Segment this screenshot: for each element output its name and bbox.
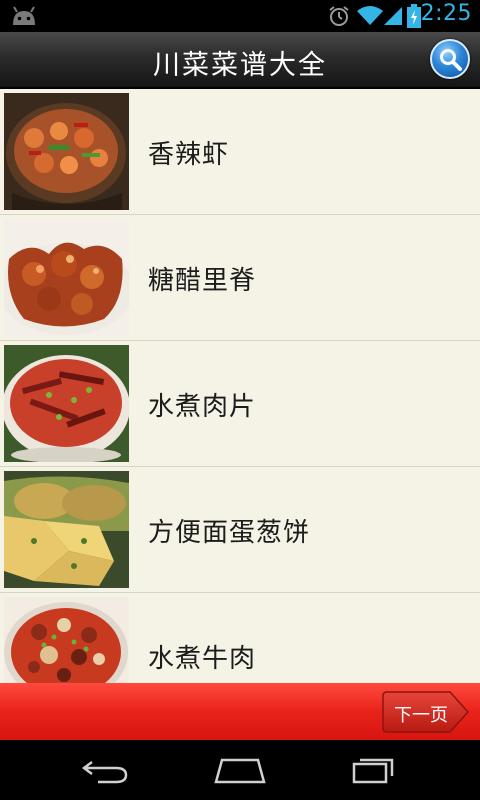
title-bar: 川菜菜谱大全: [0, 32, 480, 88]
next-page-button[interactable]: 下一页: [382, 691, 470, 733]
signal-icon: [384, 7, 402, 25]
status-bar: 2:25: [0, 0, 480, 32]
battery-icon: [407, 4, 421, 28]
recent-apps-button[interactable]: [346, 754, 402, 786]
recipe-item[interactable]: 水煮肉片: [0, 341, 480, 467]
recipe-name: 香辣虾: [148, 140, 230, 170]
recipe-name: 水煮肉片: [148, 392, 257, 422]
recipe-thumbnail: [4, 471, 129, 588]
next-page-label: 下一页: [394, 705, 448, 726]
page-title: 川菜菜谱大全: [153, 50, 327, 81]
home-button[interactable]: [212, 754, 268, 786]
wifi-icon: [357, 6, 383, 25]
recipe-name: 水煮牛肉: [148, 644, 257, 674]
recipe-thumbnail: [4, 345, 129, 462]
clock-time: 2:25: [420, 1, 472, 26]
home-icon: [214, 758, 266, 784]
back-button[interactable]: [78, 754, 134, 786]
back-icon: [81, 761, 128, 784]
alarm-icon: [329, 6, 349, 26]
recipe-name: 糖醋里脊: [148, 266, 257, 296]
recipe-thumbnail: [4, 219, 129, 336]
search-icon: [440, 49, 462, 71]
recipe-list: 香辣虾 糖醋里脊 水煮肉片 方便面蛋葱饼 水煮牛肉: [0, 89, 480, 683]
recipe-item[interactable]: 方便面蛋葱饼: [0, 467, 480, 593]
recent-apps-icon: [352, 758, 394, 784]
recipe-name: 方便面蛋葱饼: [148, 518, 311, 548]
recipe-thumbnail: [4, 597, 129, 683]
recipe-thumbnail: [4, 93, 129, 210]
recipe-item[interactable]: 水煮牛肉: [0, 593, 480, 683]
android-icon: [13, 6, 35, 25]
recipe-item[interactable]: 糖醋里脊: [0, 215, 480, 341]
recipe-item[interactable]: 香辣虾: [0, 89, 480, 215]
search-button[interactable]: [430, 39, 470, 79]
footer-bar: 下一页: [0, 683, 480, 740]
navigation-bar: [0, 740, 480, 800]
